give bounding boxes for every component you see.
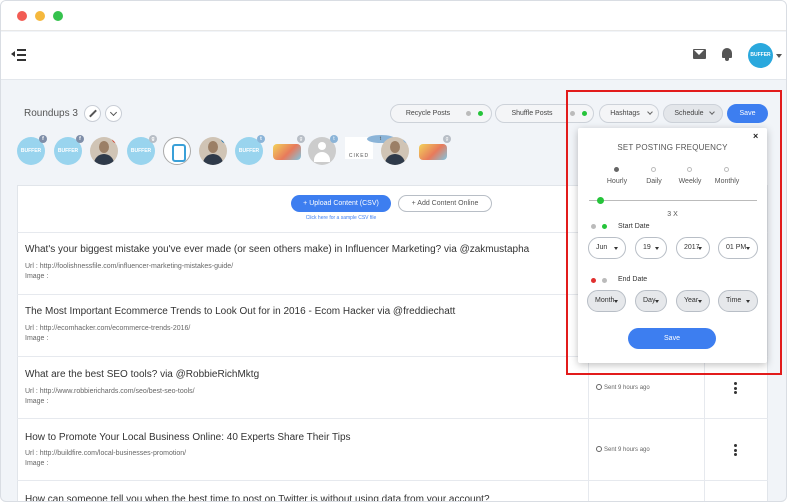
profile-avatar[interactable]: BUFFER g — [127, 135, 157, 165]
recycle-posts-toggle[interactable]: Recycle Posts — [390, 104, 492, 123]
clock-icon — [596, 446, 602, 452]
kebab-menu-icon[interactable] — [734, 382, 737, 394]
upload-content-csv-button[interactable]: + Upload Content (CSV) — [291, 195, 391, 212]
profile-avatar[interactable] — [163, 137, 191, 165]
facebook-icon: f — [76, 135, 84, 143]
profile-avatar[interactable]: CIKED t — [345, 135, 395, 159]
post-url: Url : http://buildfire.com/local-busines… — [25, 450, 187, 457]
google-plus-icon: g — [112, 137, 118, 143]
app-window: BUFFER Roundups 3 Recycle Posts Shuffle … — [0, 0, 787, 502]
profile-avatar[interactable]: t — [308, 135, 338, 165]
facebook-icon: f — [39, 135, 47, 143]
profile-avatar[interactable]: g — [273, 135, 305, 160]
twitter-icon: t — [257, 135, 265, 143]
chevron-down-icon[interactable] — [105, 105, 122, 122]
google-icon: g — [149, 135, 157, 143]
twitter-icon: t — [403, 137, 409, 143]
menu-toggle-icon[interactable] — [11, 48, 27, 62]
table-row[interactable]: How to Promote Your Local Business Onlin… — [17, 418, 768, 480]
post-url: Url : http://ecomhacker.com/ecommerce-tr… — [25, 325, 191, 332]
window-titlebar — [1, 1, 786, 31]
sample-csv-link[interactable]: Click here for a sample CSV file — [291, 215, 391, 221]
post-url: Url : http://www.robbierichards.com/seo/… — [25, 388, 195, 395]
pencil-icon[interactable] — [84, 105, 101, 122]
kebab-menu-icon[interactable] — [734, 444, 737, 456]
profile-avatar[interactable]: in — [199, 137, 227, 165]
user-avatar[interactable]: BUFFER — [748, 43, 773, 68]
post-image-label: Image : — [25, 273, 49, 280]
post-title: What are the best SEO tools? via @Robbie… — [25, 369, 260, 380]
sent-status: Sent 9 hours ago — [596, 446, 650, 453]
profile-avatar[interactable]: g — [90, 137, 118, 165]
post-title: The Most Important Ecommerce Trends to L… — [25, 306, 456, 317]
profile-avatar[interactable]: t — [381, 137, 409, 165]
post-image-label: Image : — [25, 398, 49, 405]
twitter-icon: t — [330, 135, 338, 143]
profile-avatar[interactable]: BUFFER f — [54, 135, 84, 165]
google-icon: g — [297, 135, 305, 143]
post-url: Url : http://foolishnessfile.com/influen… — [25, 263, 234, 270]
maximize-window-button[interactable] — [53, 11, 63, 21]
avatar-menu-chevron-icon[interactable] — [776, 54, 782, 58]
clock-icon — [596, 384, 602, 390]
post-title: How to Promote Your Local Business Onlin… — [25, 432, 351, 443]
profile-avatar[interactable]: BUFFER t — [235, 135, 265, 165]
profile-logo-text: CIKED — [348, 153, 370, 159]
post-image-label: Image : — [25, 460, 49, 467]
close-window-button[interactable] — [17, 11, 27, 21]
mail-icon[interactable] — [693, 49, 706, 59]
recycle-posts-label: Recycle Posts — [405, 110, 451, 117]
toggle-on-dot — [478, 111, 483, 116]
profile-avatar[interactable]: BUFFER f — [17, 135, 47, 165]
add-content-online-button[interactable]: + Add Content Online — [398, 195, 492, 212]
post-title: How can someone tell you when the best t… — [25, 494, 490, 502]
google-icon: g — [443, 135, 451, 143]
sent-status: Sent 9 hours ago — [596, 384, 650, 391]
table-row[interactable]: How can someone tell you when the best t… — [17, 480, 768, 502]
highlight-box — [566, 90, 782, 375]
post-image-label: Image : — [25, 335, 49, 342]
toggle-off-dot — [466, 111, 471, 116]
shuffle-posts-label: Shuffle Posts — [511, 110, 553, 117]
bell-icon[interactable] — [721, 47, 733, 61]
post-title: What's your biggest mistake you've ever … — [25, 244, 530, 255]
profile-avatar[interactable]: g — [419, 135, 451, 160]
roundup-title: Roundups 3 — [24, 108, 78, 119]
linkedin-icon: in — [221, 137, 227, 143]
top-navigation-bar: BUFFER — [1, 32, 786, 80]
minimize-window-button[interactable] — [35, 11, 45, 21]
